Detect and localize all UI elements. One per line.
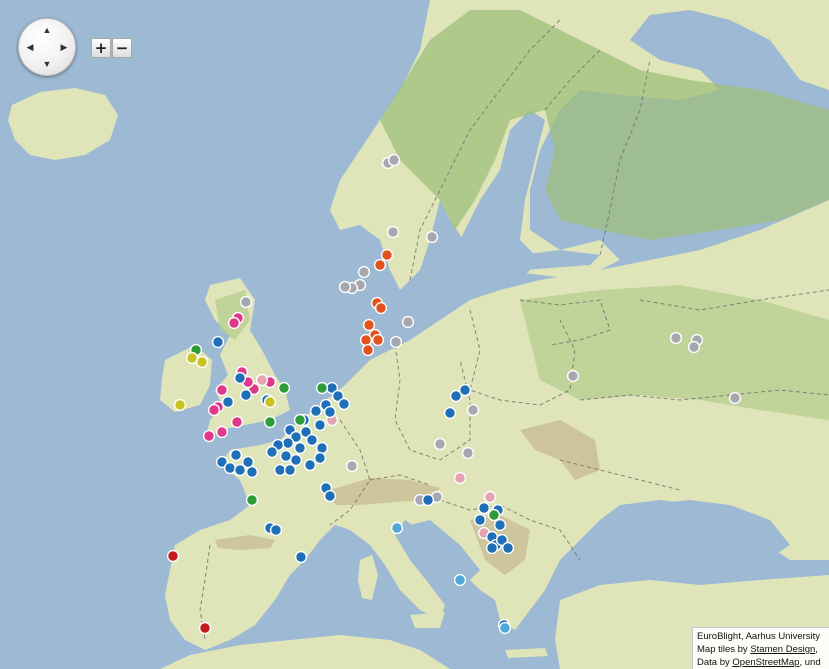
map-marker-blue[interactable] <box>269 523 283 537</box>
map-marker-blue[interactable] <box>294 550 308 564</box>
map-marker-blue[interactable] <box>313 418 327 432</box>
map-marker-blue[interactable] <box>223 461 237 475</box>
map-marker-blue[interactable] <box>221 395 235 409</box>
map-marker-blue[interactable] <box>229 448 243 462</box>
map-marker-orange[interactable] <box>362 318 376 332</box>
map-marker-grey[interactable] <box>338 280 352 294</box>
map-marker-green[interactable] <box>277 381 291 395</box>
map-marker-yellow[interactable] <box>185 351 199 365</box>
map-marker-grey[interactable] <box>386 225 400 239</box>
map-marker-green[interactable] <box>315 381 329 395</box>
map-marker-pink[interactable] <box>230 415 244 429</box>
map-marker-green[interactable] <box>293 413 307 427</box>
map-marker-blue[interactable] <box>443 406 457 420</box>
map-marker-grey[interactable] <box>433 437 447 451</box>
map-marker-grey[interactable] <box>566 369 580 383</box>
map-marker-lightblue[interactable] <box>498 621 512 635</box>
pan-down-icon[interactable]: ▼ <box>40 57 54 71</box>
map-marker-blue[interactable] <box>323 405 337 419</box>
map-marker-blue[interactable] <box>289 453 303 467</box>
map-attribution: EuroBlight, Aarhus University Map tiles … <box>692 627 829 669</box>
map-marker-blue[interactable] <box>458 383 472 397</box>
map-marker-lightpink[interactable] <box>453 471 467 485</box>
map-marker-grey[interactable] <box>728 391 742 405</box>
attribution-line-3: Data by OpenStreetMap, und <box>697 657 821 668</box>
map-marker-pink[interactable] <box>215 383 229 397</box>
map-marker-pink[interactable] <box>227 316 241 330</box>
map-marker-pink[interactable] <box>202 429 216 443</box>
map-marker-orange[interactable] <box>361 343 375 357</box>
map-marker-yellow[interactable] <box>263 395 277 409</box>
map-marker-blue[interactable] <box>241 455 255 469</box>
openstreetmap-link[interactable]: OpenStreetMap <box>732 657 799 668</box>
map-marker-blue[interactable] <box>323 489 337 503</box>
map-marker-grey[interactable] <box>669 331 683 345</box>
map-marker-blue[interactable] <box>303 458 317 472</box>
map-marker-orange[interactable] <box>359 333 373 347</box>
map-marker-orange[interactable] <box>373 258 387 272</box>
map-marker-blue[interactable] <box>421 493 435 507</box>
map-marker-grey[interactable] <box>345 459 359 473</box>
map-marker-grey[interactable] <box>389 335 403 349</box>
attribution-line-1: EuroBlight, Aarhus University <box>697 631 821 642</box>
map-marker-lightpink[interactable] <box>483 490 497 504</box>
map-marker-red[interactable] <box>198 621 212 635</box>
map-marker-blue[interactable] <box>313 451 327 465</box>
stamen-design-link[interactable]: Stamen Design <box>750 644 815 655</box>
map-marker-blue[interactable] <box>485 541 499 555</box>
map-marker-blue[interactable] <box>283 463 297 477</box>
map-marker-blue[interactable] <box>293 441 307 455</box>
map-marker-grey[interactable] <box>387 153 401 167</box>
map-marker-blue[interactable] <box>273 463 287 477</box>
pan-control[interactable]: ▲ ▼ ◀ ▶ <box>18 18 76 76</box>
map-marker-blue[interactable] <box>279 449 293 463</box>
map-marker-green[interactable] <box>263 415 277 429</box>
map-marker-yellow[interactable] <box>173 398 187 412</box>
map-marker-grey[interactable] <box>357 265 371 279</box>
map-marker-blue[interactable] <box>315 441 329 455</box>
map-marker-yellow[interactable] <box>195 355 209 369</box>
zoom-out-button[interactable]: − <box>112 38 132 58</box>
map-marker-blue[interactable] <box>305 433 319 447</box>
map-marker-green[interactable] <box>245 493 259 507</box>
map-marker-blue[interactable] <box>501 541 515 555</box>
map-marker-lightpink[interactable] <box>255 373 269 387</box>
map-marker-blue[interactable] <box>281 436 295 450</box>
map-marker-blue[interactable] <box>233 371 247 385</box>
zoom-in-button[interactable]: + <box>91 38 111 58</box>
map-marker-blue[interactable] <box>337 397 351 411</box>
map-marker-grey[interactable] <box>239 295 253 309</box>
map-marker-lightblue[interactable] <box>453 573 467 587</box>
map-marker-blue[interactable] <box>477 501 491 515</box>
map-marker-blue[interactable] <box>211 335 225 349</box>
attribution-line-2: Map tiles by Stamen Design, <box>697 644 818 655</box>
map-marker-grey[interactable] <box>461 446 475 460</box>
pan-up-icon[interactable]: ▲ <box>40 23 54 37</box>
map-marker-pink[interactable] <box>207 403 221 417</box>
map-marker-blue[interactable] <box>265 445 279 459</box>
map-marker-orange[interactable] <box>371 333 385 347</box>
map-marker-green[interactable] <box>487 508 501 522</box>
map-marker-blue[interactable] <box>493 518 507 532</box>
map-marker-orange[interactable] <box>380 248 394 262</box>
map-marker-lightblue[interactable] <box>390 521 404 535</box>
map-marker-orange[interactable] <box>374 301 388 315</box>
map-marker-grey[interactable] <box>401 315 415 329</box>
map-marker-blue[interactable] <box>239 388 253 402</box>
zoom-control: + − <box>91 38 132 58</box>
pan-left-icon[interactable]: ◀ <box>23 40 37 54</box>
map-marker-blue[interactable] <box>473 513 487 527</box>
map-marker-blue[interactable] <box>245 465 259 479</box>
map-marker-blue[interactable] <box>309 404 323 418</box>
map-marker-pink[interactable] <box>215 425 229 439</box>
pan-right-icon[interactable]: ▶ <box>57 40 71 54</box>
map-canvas[interactable] <box>0 0 829 669</box>
map-marker-grey[interactable] <box>466 403 480 417</box>
map-marker-grey[interactable] <box>687 340 701 354</box>
map-marker-red[interactable] <box>166 549 180 563</box>
map-marker-grey[interactable] <box>425 230 439 244</box>
